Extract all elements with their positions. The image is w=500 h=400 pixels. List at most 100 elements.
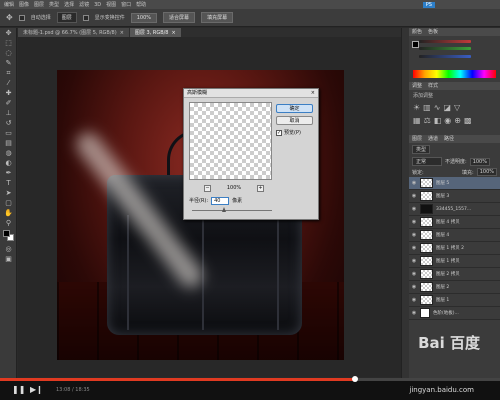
zoom-100-button[interactable]: 100% (130, 12, 158, 23)
green-slider[interactable] (419, 46, 471, 50)
brightness-icon[interactable]: ☀ (413, 103, 420, 112)
black-white-icon[interactable]: ◧ (434, 116, 442, 125)
layer-row[interactable]: ◉ 334455_1557... (409, 203, 500, 216)
layer-row[interactable]: ◉ 图层 3 (409, 190, 500, 203)
hand-tool-icon[interactable]: ✋ (0, 208, 17, 218)
tab-adjustments[interactable]: 调整 (412, 82, 422, 90)
layer-row[interactable]: ◉ 色阶(地板)... (409, 307, 500, 320)
visibility-eye-icon[interactable]: ◉ (411, 271, 417, 277)
doc-tab-2[interactable]: 图层 3, RGB/8 × (129, 28, 181, 37)
menu-item-2[interactable]: 图像 (19, 1, 29, 8)
auto-select-checkbox[interactable] (18, 14, 25, 21)
visibility-eye-icon[interactable]: ◉ (411, 297, 417, 303)
hue-saturation-icon[interactable]: ▦ (413, 116, 421, 125)
visibility-eye-icon[interactable]: ◉ (411, 310, 417, 316)
menu-item-3[interactable]: 图层 (34, 1, 44, 8)
zoom-tool-icon[interactable]: ⚲ (0, 218, 17, 228)
layer-row[interactable]: ◉ 图层 2 (409, 281, 500, 294)
red-slider[interactable] (419, 40, 471, 43)
close-icon[interactable]: × (311, 89, 318, 97)
menu-item-7[interactable]: 3D (94, 2, 101, 8)
layer-row[interactable]: ◉ 图层 2 拷贝 (409, 268, 500, 281)
tab-channels[interactable]: 通道 (428, 135, 438, 143)
opacity-input[interactable]: 100% (469, 157, 490, 166)
progress-handle[interactable] (352, 376, 358, 382)
layer-row[interactable]: ◉ 图层 1 拷贝 (409, 255, 500, 268)
fill-input[interactable]: 100% (476, 168, 497, 176)
gradient-tool-icon[interactable]: ▤ (0, 138, 17, 148)
curves-icon[interactable]: ∿ (434, 103, 441, 112)
blur-preview[interactable] (189, 102, 272, 180)
blue-slider[interactable] (419, 54, 471, 58)
tab-paths[interactable]: 路径 (444, 135, 454, 143)
exposure-icon[interactable]: ◪ (443, 103, 451, 112)
visibility-eye-icon[interactable]: ◉ (411, 180, 417, 186)
blend-mode-select[interactable]: 正常 (412, 157, 442, 166)
foreground-color-swatch[interactable] (3, 230, 10, 237)
tab-color[interactable]: 颜色 (412, 28, 422, 36)
pause-icon[interactable]: ❚❚ (12, 385, 25, 394)
auto-select-target[interactable]: 图层 (56, 12, 77, 23)
channel-mixer-icon[interactable]: ⊕ (454, 116, 461, 125)
next-icon[interactable]: ▶❙ (30, 385, 43, 394)
radius-slider[interactable] (192, 207, 272, 212)
fill-screen-button[interactable]: 填充屏幕 (201, 12, 234, 23)
visibility-eye-icon[interactable]: ◉ (411, 193, 417, 199)
fit-screen-button[interactable]: 适合屏幕 (163, 12, 196, 23)
menu-item-5[interactable]: 选择 (64, 1, 74, 8)
menu-item-9[interactable]: 窗口 (121, 1, 131, 8)
photo-filter-icon[interactable]: ◉ (444, 116, 451, 125)
foreground-color-swatch[interactable] (412, 41, 419, 48)
layer-row[interactable]: ◉ 图层 4 拷贝 (409, 216, 500, 229)
layer-row[interactable]: ◉ 图层 5 (409, 177, 500, 190)
layer-filter-select[interactable]: 类型 (412, 145, 431, 154)
history-brush-tool-icon[interactable]: ↺ (0, 118, 17, 128)
levels-icon[interactable]: ▥ (423, 103, 431, 112)
visibility-eye-icon[interactable]: ◉ (411, 284, 417, 290)
pen-tool-icon[interactable]: ✒ (0, 168, 17, 178)
dodge-tool-icon[interactable]: ◐ (0, 158, 17, 168)
radius-slider-handle[interactable] (222, 207, 226, 212)
lasso-tool-icon[interactable]: ◌ (0, 48, 17, 58)
color-spectrum[interactable] (413, 70, 496, 78)
color-swatches[interactable] (0, 228, 16, 244)
color-lookup-icon[interactable]: ▩ (464, 116, 472, 125)
blur-tool-icon[interactable]: ◍ (0, 148, 17, 158)
shape-tool-icon[interactable]: ▢ (0, 198, 17, 208)
tab-styles[interactable]: 样式 (428, 82, 438, 90)
workspace-badge[interactable]: PS (422, 1, 435, 8)
crop-tool-icon[interactable]: ⌗ (0, 68, 17, 78)
vibrance-icon[interactable]: ▽ (454, 103, 460, 112)
eyedropper-tool-icon[interactable]: ⁄ (0, 78, 17, 88)
menu-item-4[interactable]: 类型 (49, 1, 59, 8)
menu-item-8[interactable]: 视图 (106, 1, 116, 8)
brush-tool-icon[interactable]: ✐ (0, 98, 17, 108)
visibility-eye-icon[interactable]: ◉ (411, 219, 417, 225)
menu-item-10[interactable]: 帮助 (136, 1, 146, 8)
zoom-out-button[interactable]: − (204, 184, 211, 192)
screen-mode-icon[interactable]: ▣ (0, 254, 17, 264)
doc-tab-1[interactable]: 未标题-1.psd @ 66.7% (图层 5, RGB/8) × (18, 28, 129, 37)
preview-toggle[interactable]: ✓ 预览(P) (276, 129, 301, 136)
transform-controls-checkbox[interactable] (82, 14, 89, 21)
zoom-in-button[interactable]: + (256, 184, 264, 192)
tab-swatches[interactable]: 色板 (428, 28, 438, 36)
quick-select-tool-icon[interactable]: ✎ (0, 58, 17, 68)
layer-row[interactable]: ◉ 图层 4 (409, 229, 500, 242)
close-icon[interactable]: × (172, 30, 176, 36)
menu-item-1[interactable]: 编辑 (4, 1, 14, 8)
layer-row[interactable]: ◉ 图层 1 (409, 294, 500, 307)
type-tool-icon[interactable]: T (0, 178, 17, 188)
close-icon[interactable]: × (120, 30, 124, 36)
visibility-eye-icon[interactable]: ◉ (411, 245, 417, 251)
color-balance-icon[interactable]: ⚖ (424, 116, 431, 125)
visibility-eye-icon[interactable]: ◉ (411, 258, 417, 264)
move-tool-icon[interactable]: ✥ (0, 28, 17, 38)
eraser-tool-icon[interactable]: ▭ (0, 128, 17, 138)
menu-item-6[interactable]: 滤镜 (79, 1, 89, 8)
cancel-button[interactable]: 取消 (276, 116, 313, 125)
tab-layers[interactable]: 图层 (412, 135, 422, 143)
layer-row[interactable]: ◉ 图层 1 拷贝 2 (409, 242, 500, 255)
ok-button[interactable]: 确定 (276, 104, 313, 113)
dialog-titlebar[interactable]: 高斯模糊 × (184, 89, 318, 98)
